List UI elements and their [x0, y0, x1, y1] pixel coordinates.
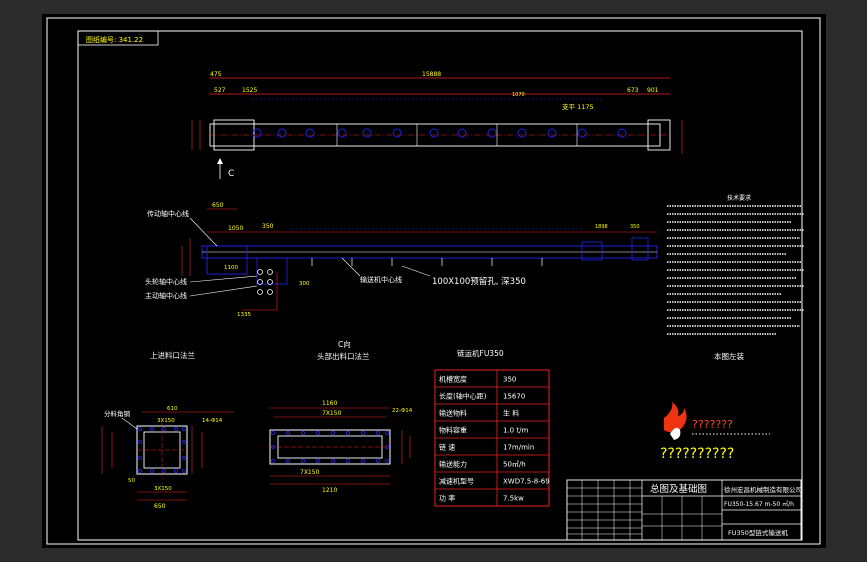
- dim-7x150: 7X150: [322, 410, 342, 417]
- notes-heading: 技术要求: [727, 194, 751, 202]
- dim-475-left: 475: [210, 71, 222, 78]
- title-block: 总图及基础图 徐州宏昌机械制造有限公司 FU350-15.67 m-50 ㎡/h…: [566, 479, 802, 541]
- drawing-sheet: 图纸编号: 341.22 15888 475 527 1525 1070 673…: [42, 14, 826, 548]
- spec-row-value: 7.5kw: [503, 495, 524, 503]
- note-inlet: 分料角钢: [104, 409, 131, 418]
- dim-673: 673: [627, 87, 639, 94]
- title-block-model: FU350-15.67 m-50 ㎡/h: [724, 500, 794, 508]
- dim-1898: 1898: [595, 224, 608, 230]
- dim-22-14: 22-Φ14: [392, 408, 413, 414]
- dim-1050: 1050: [228, 225, 243, 232]
- spec-row-value: 17m/min: [503, 444, 534, 452]
- watermark-text: ???????: [692, 418, 733, 431]
- outlet-flange-view: 1160 7X150 22-Φ14 7X150 1210: [269, 400, 413, 494]
- title-top-flange: 上进料口法兰: [150, 350, 195, 360]
- technical-notes: 技术要求: [667, 194, 804, 335]
- spec-row-value: XWD7.5-8-69: [503, 478, 550, 486]
- c-direction-label: C: [228, 169, 234, 179]
- inlet-flange-view: 610 3X150 14-Φ14 分料角钢 3X150 650 50: [101, 406, 234, 510]
- title-block-name: FU350型链式输送机: [728, 528, 788, 537]
- dim-1070: 1070: [512, 92, 525, 98]
- label-head-center: 头轮轴中心线: [145, 277, 187, 286]
- spec-row-label: 长度(轴中心距): [439, 392, 487, 401]
- spec-table-title: 链运机FU350: [457, 348, 504, 358]
- dim-300: 300: [299, 281, 310, 287]
- spec-row-label: 减速机型号: [439, 477, 474, 486]
- dim-901: 901: [647, 87, 659, 94]
- label-conveyor-center: 输送机中心线: [360, 275, 402, 284]
- dim-1210: 1210: [322, 487, 337, 494]
- dim-overall: 15888: [422, 71, 441, 78]
- spec-row-value: 15670: [503, 393, 525, 401]
- title-block-title: 总图及基础图: [650, 483, 707, 495]
- dim-14-14: 14-Φ14: [202, 418, 223, 424]
- note-top-hole: 支平 1175: [562, 102, 594, 111]
- dim-610: 610: [167, 406, 178, 412]
- spec-row-value: 生 料: [503, 409, 519, 418]
- label-layout: 本图左装: [714, 351, 744, 361]
- title-c-view: C向: [338, 339, 351, 349]
- dim-1335: 1335: [237, 312, 251, 318]
- dim-50: 50: [128, 478, 135, 484]
- stamp-text: 图纸编号: 341.22: [86, 35, 143, 44]
- dim-1160: 1160: [322, 400, 337, 407]
- spec-row-label: 功 率: [439, 494, 455, 503]
- label-main-center: 主动轴中心线: [145, 291, 187, 300]
- watermark-question: ??????????: [660, 446, 734, 462]
- dim-350-right: 350: [630, 224, 640, 230]
- note-steel-hole: 100X100预留孔, 深350: [432, 276, 526, 287]
- dim-350: 350: [262, 223, 274, 230]
- watermark: ??????? ??????????: [660, 402, 770, 462]
- dim-3x150-b: 3X150: [154, 486, 172, 492]
- dim-1525: 1525: [242, 87, 257, 94]
- side-elevation: 650 1050 350 1898 350 1335 1100 300 传动轴中…: [145, 202, 658, 318]
- dim-1100: 1100: [224, 265, 238, 271]
- dim-650-bottom: 650: [154, 503, 166, 510]
- spec-row-label: 链 速: [439, 443, 455, 452]
- spec-table: 链运机FU350 机槽宽度 350 长度(轴中心距) 15670 输送物料 生 料物料容重…: [434, 348, 550, 507]
- title-c-view-sub: 头部出料口法兰: [317, 351, 370, 361]
- spec-row-label: 机槽宽度: [439, 375, 467, 384]
- cad-drawing: 图纸编号: 341.22 15888 475 527 1525 1070 673…: [46, 17, 821, 545]
- spec-row-value: 50㎡/h: [503, 461, 526, 469]
- dim-650-top: 650: [212, 202, 224, 209]
- dim-7x150-b: 7X150: [300, 469, 320, 476]
- spec-row-label: 输送物料: [439, 409, 467, 418]
- plan-view: 15888 475 527 1525 1070 673 901 支平 1175: [191, 71, 683, 179]
- flame-logo-icon: [664, 402, 687, 433]
- spec-row-label: 物料容重: [439, 426, 467, 435]
- spec-row-label: 输送能力: [439, 460, 467, 469]
- title-block-company: 徐州宏昌机械制造有限公司: [724, 485, 802, 494]
- dim-527: 527: [214, 87, 226, 94]
- dim-3x150: 3X150: [157, 418, 175, 424]
- label-drive-center: 传动轴中心线: [147, 209, 189, 218]
- spec-row-value: 1.0 t/m: [503, 427, 528, 435]
- spec-row-value: 350: [503, 376, 516, 384]
